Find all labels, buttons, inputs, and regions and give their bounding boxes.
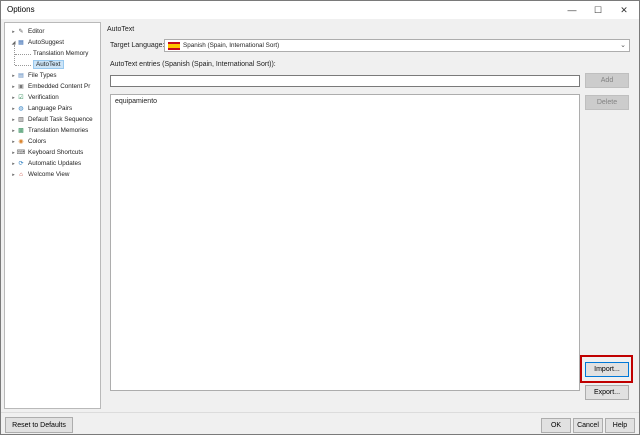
- title-bar: Options — ☐ ✕: [1, 1, 639, 19]
- autotext-entries-list[interactable]: equipamiento: [110, 94, 580, 391]
- autotext-entries-label: AutoText entries (Spanish (Spain, Intern…: [110, 61, 276, 68]
- expander-icon[interactable]: ▸: [10, 117, 17, 123]
- tree-item-label: Colors: [28, 138, 47, 145]
- target-language-dropdown[interactable]: Spanish (Spain, International Sort) ⌄: [164, 39, 630, 52]
- expander-icon[interactable]: ▸: [10, 95, 17, 101]
- tree-item[interactable]: ▸ ⌂ Welcome View: [10, 169, 69, 180]
- ok-button[interactable]: OK: [541, 418, 571, 433]
- reset-to-defaults-button[interactable]: Reset to Defaults: [5, 417, 73, 433]
- delete-button[interactable]: Delete: [585, 95, 629, 110]
- options-window: Options — ☐ ✕ ▸ ✎ Editor ◢ ▦ AutoSuggest Trans…: [0, 0, 640, 435]
- tree-item[interactable]: AutoText: [33, 59, 64, 70]
- expander-icon[interactable]: ▸: [10, 29, 17, 35]
- list-item[interactable]: equipamiento: [115, 98, 157, 105]
- tree-item[interactable]: ▸ ⌨ Keyboard Shortcuts: [10, 147, 83, 158]
- keyboard-icon: ⌨: [16, 150, 26, 156]
- tree-item[interactable]: ◢ ▦ AutoSuggest: [10, 37, 65, 48]
- close-button[interactable]: ✕: [609, 1, 639, 19]
- language-pairs-icon: ◍: [18, 106, 24, 112]
- expander-icon[interactable]: ▸: [10, 73, 17, 79]
- tree-connector: [14, 45, 15, 65]
- tree-item-label: Translation Memory: [33, 50, 89, 57]
- expander-icon[interactable]: ▸: [10, 106, 17, 112]
- options-tree: ▸ ✎ Editor ◢ ▦ AutoSuggest Translation Memory A…: [4, 22, 101, 409]
- import-button[interactable]: Import...: [585, 362, 629, 377]
- autotext-entry-input[interactable]: [110, 75, 580, 87]
- tree-item[interactable]: ▸ ◉ Colors: [10, 136, 46, 147]
- target-language-value: Spanish (Spain, International Sort): [183, 42, 280, 49]
- expander-icon[interactable]: ◢: [10, 40, 17, 46]
- expander-icon[interactable]: ▸: [10, 139, 17, 145]
- tree-item[interactable]: ▸ ▣ Embedded Content Pr: [10, 81, 90, 92]
- help-button[interactable]: Help: [605, 418, 635, 433]
- target-language-label: Target Language:: [110, 42, 165, 49]
- tree-item-label: Verification: [28, 94, 59, 101]
- panel-title: AutoText: [107, 26, 135, 33]
- file-types-icon: ▤: [18, 73, 24, 79]
- tree-connector: [15, 54, 31, 55]
- tree-item-label: Automatic Updates: [28, 160, 82, 167]
- autosuggest-icon: ▦: [18, 40, 24, 46]
- export-button[interactable]: Export...: [585, 385, 629, 400]
- add-button[interactable]: Add: [585, 73, 629, 88]
- tree-item[interactable]: ▸ ▤ File Types: [10, 70, 57, 81]
- tree-item[interactable]: ▸ ▥ Default Task Sequence: [10, 114, 93, 125]
- embedded-content-icon: ▣: [18, 84, 24, 90]
- tree-item[interactable]: ▸ ⟳ Automatic Updates: [10, 158, 81, 169]
- tree-item[interactable]: ▸ ✎ Editor: [10, 26, 44, 37]
- translation-memories-icon: ▩: [18, 128, 24, 134]
- footer-divider: [1, 412, 639, 413]
- tree-item-label: AutoSuggest: [28, 39, 65, 46]
- tree-item[interactable]: ▸ ▩ Translation Memories: [10, 125, 88, 136]
- tree-connector: [15, 65, 31, 66]
- tree-item[interactable]: Translation Memory: [33, 48, 88, 59]
- tree-item-label: Welcome View: [28, 171, 70, 178]
- tree-item[interactable]: ▸ ☑ Verification: [10, 92, 59, 103]
- expander-icon[interactable]: ▸: [10, 172, 17, 178]
- window-title: Options: [7, 5, 35, 14]
- tree-item-label: Embedded Content Pr: [28, 83, 91, 90]
- spain-flag-icon: [168, 41, 180, 50]
- verification-icon: ☑: [18, 95, 24, 101]
- cancel-button[interactable]: Cancel: [573, 418, 603, 433]
- tree-item[interactable]: ▸ ◍ Language Pairs: [10, 103, 72, 114]
- colors-icon: ◉: [18, 139, 24, 145]
- expander-icon[interactable]: ▸: [10, 84, 17, 90]
- tree-item-label: AutoText: [33, 60, 64, 69]
- task-sequence-icon: ▥: [18, 117, 24, 123]
- tree-item-label: Keyboard Shortcuts: [28, 149, 84, 156]
- tree-item-label: File Types: [28, 72, 57, 79]
- expander-icon[interactable]: ▸: [10, 128, 17, 134]
- home-icon: ⌂: [19, 171, 23, 178]
- pencil-icon: ✎: [18, 29, 24, 35]
- updates-icon: ⟳: [18, 161, 24, 167]
- tree-item-label: Editor: [28, 28, 45, 35]
- chevron-down-icon[interactable]: ⌄: [620, 41, 626, 49]
- tree-item-label: Language Pairs: [28, 105, 73, 112]
- tree-item-label: Default Task Sequence: [28, 116, 93, 123]
- expander-icon[interactable]: ▸: [10, 161, 17, 167]
- tree-item-label: Translation Memories: [28, 127, 89, 134]
